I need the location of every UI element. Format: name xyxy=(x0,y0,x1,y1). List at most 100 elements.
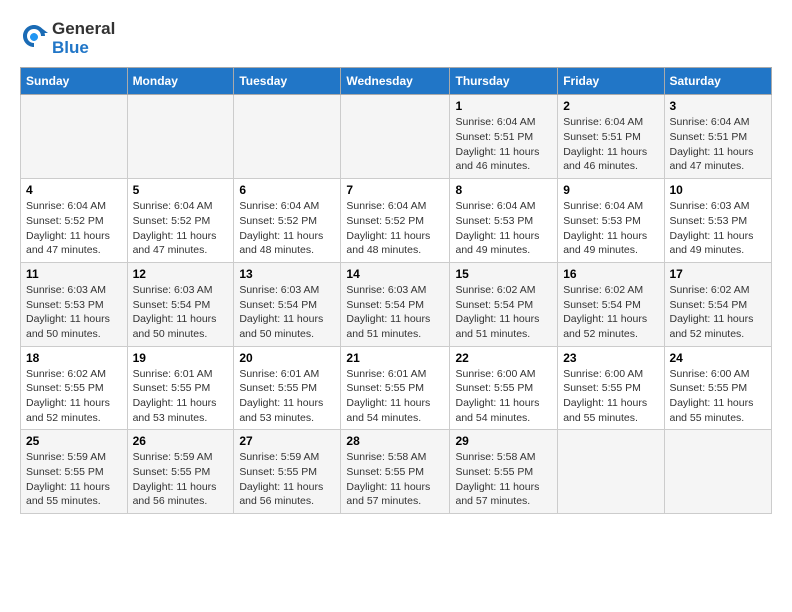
calendar-cell: 15 Sunrise: 6:02 AM Sunset: 5:54 PM Dayli… xyxy=(450,262,558,346)
day-info: Sunrise: 6:04 AM Sunset: 5:52 PM Dayligh… xyxy=(346,199,444,258)
day-number: 13 xyxy=(239,267,335,281)
week-row-4: 18Sunrise: 6:02 AM Sunset: 5:55 PM Dayli… xyxy=(21,346,772,430)
calendar-cell: 1 Sunrise: 6:04 AM Sunset: 5:51 PM Daylig… xyxy=(450,95,558,179)
day-number: 3 xyxy=(670,99,767,113)
col-header-thursday: Thursday xyxy=(450,68,558,95)
day-info: Sunrise: 6:01 AM Sunset: 5:55 PM Dayligh… xyxy=(239,367,335,426)
day-number: 17 xyxy=(670,267,767,281)
day-info: Sunrise: 6:04 AM Sunset: 5:51 PM Dayligh… xyxy=(670,115,767,174)
day-info: Sunrise: 6:02 AM Sunset: 5:54 PM Dayligh… xyxy=(455,283,552,342)
day-info: Sunrise: 6:00 AM Sunset: 5:55 PM Dayligh… xyxy=(455,367,552,426)
calendar-cell: 27 Sunrise: 5:59 AM Sunset: 5:55 PM Dayli… xyxy=(234,430,341,514)
day-info: Sunrise: 6:03 AM Sunset: 5:53 PM Dayligh… xyxy=(26,283,122,342)
calendar-cell: 12 Sunrise: 6:03 AM Sunset: 5:54 PM Dayli… xyxy=(127,262,234,346)
calendar-cell: 26 Sunrise: 5:59 AM Sunset: 5:55 PM Dayli… xyxy=(127,430,234,514)
calendar-cell xyxy=(664,430,772,514)
calendar-cell xyxy=(558,430,664,514)
day-number: 24 xyxy=(670,351,767,365)
calendar-cell: 2 Sunrise: 6:04 AM Sunset: 5:51 PM Daylig… xyxy=(558,95,664,179)
calendar-cell: 4 Sunrise: 6:04 AM Sunset: 5:52 PM Daylig… xyxy=(21,179,128,263)
calendar-cell: 11 Sunrise: 6:03 AM Sunset: 5:53 PM Dayli… xyxy=(21,262,128,346)
day-number: 6 xyxy=(239,183,335,197)
calendar-cell: 8 Sunrise: 6:04 AM Sunset: 5:53 PM Daylig… xyxy=(450,179,558,263)
week-row-1: 1 Sunrise: 6:04 AM Sunset: 5:51 PM Daylig… xyxy=(21,95,772,179)
day-info: Sunrise: 6:03 AM Sunset: 5:54 PM Dayligh… xyxy=(346,283,444,342)
calendar-cell: 25 Sunrise: 5:59 AM Sunset: 5:55 PM Dayli… xyxy=(21,430,128,514)
day-number: 25 xyxy=(26,434,122,448)
calendar-cell: 18Sunrise: 6:02 AM Sunset: 5:55 PM Dayli… xyxy=(21,346,128,430)
calendar-cell: 19Sunrise: 6:01 AM Sunset: 5:55 PM Dayli… xyxy=(127,346,234,430)
calendar-cell: 24 Sunrise: 6:00 AM Sunset: 5:55 PM Dayli… xyxy=(664,346,772,430)
day-info: Sunrise: 6:03 AM Sunset: 5:54 PM Dayligh… xyxy=(133,283,229,342)
calendar-cell: 16 Sunrise: 6:02 AM Sunset: 5:54 PM Dayli… xyxy=(558,262,664,346)
calendar-cell: 14 Sunrise: 6:03 AM Sunset: 5:54 PM Dayli… xyxy=(341,262,450,346)
day-info: Sunrise: 6:03 AM Sunset: 5:54 PM Dayligh… xyxy=(239,283,335,342)
day-info: Sunrise: 6:04 AM Sunset: 5:52 PM Dayligh… xyxy=(239,199,335,258)
day-info: Sunrise: 6:01 AM Sunset: 5:55 PM Dayligh… xyxy=(346,367,444,426)
col-header-sunday: Sunday xyxy=(21,68,128,95)
day-number: 23 xyxy=(563,351,658,365)
day-number: 28 xyxy=(346,434,444,448)
calendar-cell: 9 Sunrise: 6:04 AM Sunset: 5:53 PM Daylig… xyxy=(558,179,664,263)
calendar-cell: 22 Sunrise: 6:00 AM Sunset: 5:55 PM Dayli… xyxy=(450,346,558,430)
day-info: Sunrise: 6:04 AM Sunset: 5:52 PM Dayligh… xyxy=(133,199,229,258)
day-info: Sunrise: 6:02 AM Sunset: 5:54 PM Dayligh… xyxy=(670,283,767,342)
day-number: 4 xyxy=(26,183,122,197)
day-number: 15 xyxy=(455,267,552,281)
calendar-header-row: SundayMondayTuesdayWednesdayThursdayFrid… xyxy=(21,68,772,95)
calendar-cell: 5 Sunrise: 6:04 AM Sunset: 5:52 PM Daylig… xyxy=(127,179,234,263)
day-number: 14 xyxy=(346,267,444,281)
day-number: 26 xyxy=(133,434,229,448)
day-number: 16 xyxy=(563,267,658,281)
day-number: 7 xyxy=(346,183,444,197)
day-number: 9 xyxy=(563,183,658,197)
col-header-tuesday: Tuesday xyxy=(234,68,341,95)
day-number: 11 xyxy=(26,267,122,281)
day-number: 21 xyxy=(346,351,444,365)
day-number: 5 xyxy=(133,183,229,197)
day-number: 19 xyxy=(133,351,229,365)
day-info: Sunrise: 6:03 AM Sunset: 5:53 PM Dayligh… xyxy=(670,199,767,258)
logo-text: General Blue xyxy=(52,20,115,57)
day-info: Sunrise: 5:58 AM Sunset: 5:55 PM Dayligh… xyxy=(346,450,444,509)
col-header-saturday: Saturday xyxy=(664,68,772,95)
calendar-cell: 13 Sunrise: 6:03 AM Sunset: 5:54 PM Dayli… xyxy=(234,262,341,346)
day-info: Sunrise: 5:59 AM Sunset: 5:55 PM Dayligh… xyxy=(239,450,335,509)
day-info: Sunrise: 6:04 AM Sunset: 5:53 PM Dayligh… xyxy=(563,199,658,258)
calendar-cell xyxy=(21,95,128,179)
day-number: 10 xyxy=(670,183,767,197)
day-info: Sunrise: 5:59 AM Sunset: 5:55 PM Dayligh… xyxy=(26,450,122,509)
day-number: 8 xyxy=(455,183,552,197)
calendar-cell: 10 Sunrise: 6:03 AM Sunset: 5:53 PM Dayli… xyxy=(664,179,772,263)
day-info: Sunrise: 6:00 AM Sunset: 5:55 PM Dayligh… xyxy=(670,367,767,426)
day-number: 22 xyxy=(455,351,552,365)
day-info: Sunrise: 6:00 AM Sunset: 5:55 PM Dayligh… xyxy=(563,367,658,426)
day-info: Sunrise: 5:59 AM Sunset: 5:55 PM Dayligh… xyxy=(133,450,229,509)
calendar-cell: 3 Sunrise: 6:04 AM Sunset: 5:51 PM Daylig… xyxy=(664,95,772,179)
day-number: 27 xyxy=(239,434,335,448)
day-info: Sunrise: 6:04 AM Sunset: 5:52 PM Dayligh… xyxy=(26,199,122,258)
calendar-cell: 21 Sunrise: 6:01 AM Sunset: 5:55 PM Dayli… xyxy=(341,346,450,430)
day-info: Sunrise: 6:04 AM Sunset: 5:51 PM Dayligh… xyxy=(455,115,552,174)
week-row-3: 11 Sunrise: 6:03 AM Sunset: 5:53 PM Dayli… xyxy=(21,262,772,346)
logo-blue: Blue xyxy=(52,38,89,57)
calendar-cell xyxy=(127,95,234,179)
header: General Blue xyxy=(20,16,772,57)
day-info: Sunrise: 6:04 AM Sunset: 5:53 PM Dayligh… xyxy=(455,199,552,258)
day-number: 29 xyxy=(455,434,552,448)
day-number: 20 xyxy=(239,351,335,365)
day-info: Sunrise: 6:04 AM Sunset: 5:51 PM Dayligh… xyxy=(563,115,658,174)
day-info: Sunrise: 6:02 AM Sunset: 5:54 PM Dayligh… xyxy=(563,283,658,342)
calendar-cell: 29 Sunrise: 5:58 AM Sunset: 5:55 PM Dayli… xyxy=(450,430,558,514)
col-header-monday: Monday xyxy=(127,68,234,95)
day-number: 2 xyxy=(563,99,658,113)
day-number: 12 xyxy=(133,267,229,281)
calendar-cell xyxy=(234,95,341,179)
calendar-cell: 6 Sunrise: 6:04 AM Sunset: 5:52 PM Daylig… xyxy=(234,179,341,263)
day-info: Sunrise: 5:58 AM Sunset: 5:55 PM Dayligh… xyxy=(455,450,552,509)
calendar-cell: 28 Sunrise: 5:58 AM Sunset: 5:55 PM Dayli… xyxy=(341,430,450,514)
day-number: 1 xyxy=(455,99,552,113)
col-header-friday: Friday xyxy=(558,68,664,95)
week-row-5: 25 Sunrise: 5:59 AM Sunset: 5:55 PM Dayli… xyxy=(21,430,772,514)
calendar-table: SundayMondayTuesdayWednesdayThursdayFrid… xyxy=(20,67,772,514)
